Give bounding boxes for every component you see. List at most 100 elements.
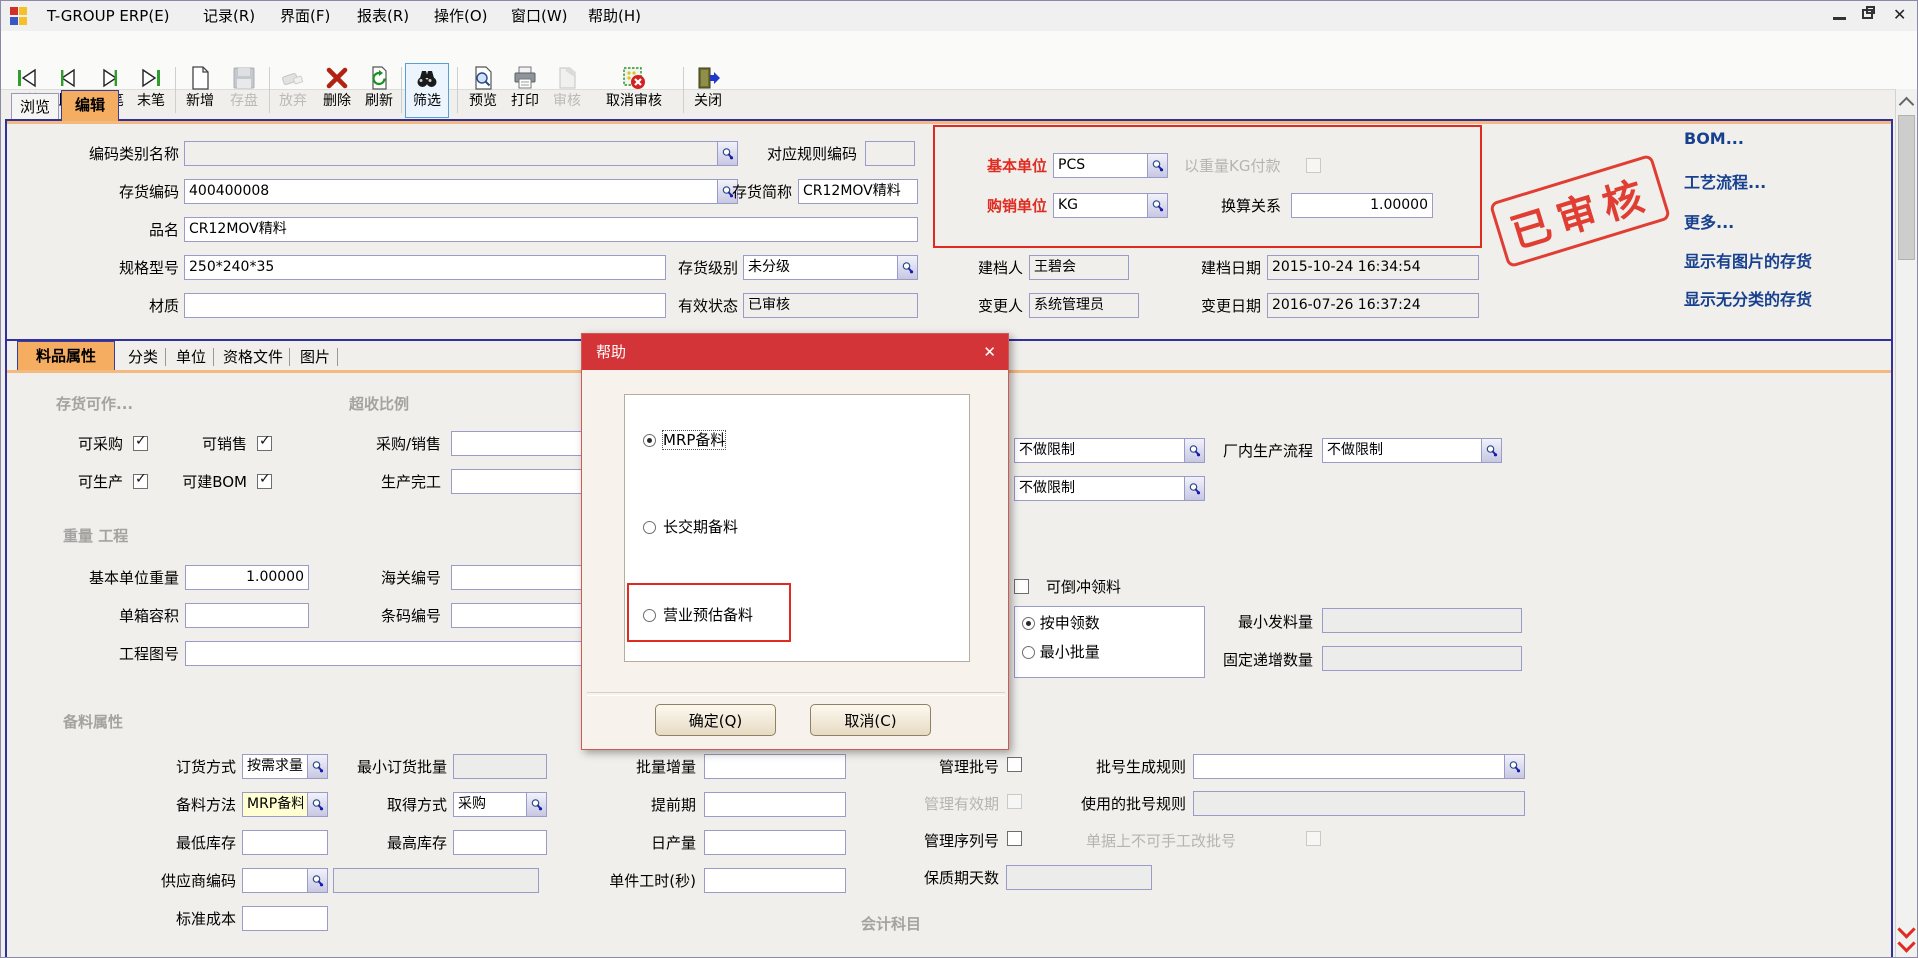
menu-record[interactable]: 记录(R) — [197, 4, 261, 28]
lookup-icon[interactable] — [1184, 439, 1204, 462]
tab-browse[interactable]: 浏览 — [11, 93, 59, 119]
inv-code-field[interactable]: 400400008 — [184, 179, 738, 204]
base-unit-weight-field[interactable]: 1.00000 — [185, 565, 309, 590]
can-sell-checkbox[interactable] — [257, 436, 272, 451]
drawing-no-field[interactable] — [185, 641, 638, 666]
restore-icon[interactable] — [1862, 9, 1873, 19]
cancel-audit-button[interactable]: 取消审核 — [591, 64, 677, 117]
link-show-unclassified[interactable]: 显示无分类的存货 — [1684, 286, 1812, 310]
standard-cost-field[interactable] — [242, 906, 328, 931]
manage-batch-label: 管理批号 — [921, 755, 999, 780]
lookup-icon[interactable] — [717, 142, 737, 165]
filter-button[interactable]: 筛选 — [405, 63, 449, 118]
refresh-button[interactable]: 刷新 — [359, 64, 399, 117]
subtab-qualification[interactable]: 资格文件 — [217, 345, 289, 369]
new-button[interactable]: 新增 — [179, 64, 221, 117]
lookup-icon[interactable] — [1184, 477, 1204, 500]
last-record-button[interactable]: 末笔 — [131, 64, 171, 117]
option-mrp[interactable]: MRP备料 — [643, 429, 725, 449]
lookup-icon[interactable] — [307, 755, 327, 778]
lookup-icon[interactable] — [1147, 194, 1167, 217]
scrollbar-thumb[interactable] — [1898, 115, 1915, 260]
can-purchase-checkbox[interactable] — [133, 436, 148, 451]
link-more[interactable]: 更多... — [1684, 209, 1734, 233]
acquisition-mode-field[interactable]: 采购 — [453, 792, 547, 817]
option-long-lead[interactable]: 长交期备料 — [643, 516, 738, 536]
code-category-label: 编码类别名称 — [41, 142, 179, 167]
factory-flow-field[interactable]: 不做限制 — [1322, 438, 1502, 463]
rule-code-field[interactable] — [865, 141, 915, 166]
refresh-icon — [366, 64, 392, 92]
nav-last-icon — [138, 64, 164, 92]
order-mode-field[interactable]: 按需求量 — [242, 754, 328, 779]
close-icon[interactable]: ✕ — [1893, 5, 1906, 24]
cancel-button[interactable]: 取消(C) — [810, 704, 931, 736]
batch-increment-label: 批量增量 — [613, 755, 696, 780]
min-order-batch-field — [453, 754, 547, 779]
can-bom-checkbox[interactable] — [257, 474, 272, 489]
menu-app[interactable]: T-GROUP ERP(E) — [41, 4, 176, 28]
max-stock-field[interactable] — [453, 830, 547, 855]
menu-action[interactable]: 操作(O) — [428, 4, 494, 28]
link-bom[interactable]: BOM... — [1684, 129, 1744, 148]
close-window-button[interactable]: 关闭 — [687, 64, 729, 117]
shelf-life-field — [1006, 865, 1152, 890]
code-category-field[interactable] — [184, 141, 738, 166]
link-show-with-images[interactable]: 显示有图片的存货 — [1684, 248, 1812, 272]
spec-field[interactable]: 250*240*35 — [184, 255, 666, 280]
print-button[interactable]: 打印 — [505, 64, 545, 117]
preview-button[interactable]: 预览 — [463, 64, 503, 117]
menu-help[interactable]: 帮助(H) — [582, 4, 647, 28]
subtab-picture[interactable]: 图片 — [293, 345, 337, 369]
lookup-icon[interactable] — [1481, 439, 1501, 462]
box-volume-field[interactable] — [185, 603, 309, 628]
manage-batch-checkbox[interactable] — [1007, 757, 1022, 772]
radio-min-batch[interactable]: 最小批量 — [1022, 641, 1100, 663]
dialog-titlebar[interactable]: 帮助 ✕ — [582, 334, 1008, 370]
link-process-flow[interactable]: 工艺流程... — [1684, 169, 1766, 193]
eraser-icon — [280, 64, 306, 92]
can-produce-checkbox[interactable] — [133, 474, 148, 489]
capability-header: 存货可作... — [56, 393, 133, 414]
inv-level-field[interactable]: 未分级 — [743, 255, 918, 280]
lookup-icon[interactable] — [526, 793, 546, 816]
lookup-icon[interactable] — [1504, 755, 1524, 778]
modify-date-label: 变更日期 — [1169, 294, 1261, 319]
backflush-checkbox[interactable] — [1014, 579, 1029, 594]
lookup-icon[interactable] — [307, 869, 327, 892]
tab-edit[interactable]: 编辑 — [61, 90, 119, 121]
restriction-field-2[interactable]: 不做限制 — [1014, 476, 1205, 501]
min-stock-field[interactable] — [242, 830, 328, 855]
order-mode-label: 订货方式 — [121, 755, 236, 780]
delete-button[interactable]: 删除 — [316, 64, 358, 117]
supplier-code-field[interactable] — [242, 868, 328, 893]
subtab-item-props[interactable]: 料品属性 — [17, 341, 115, 370]
radio-by-request[interactable]: 按申领数 — [1022, 612, 1100, 634]
minimize-icon[interactable] — [1833, 17, 1846, 20]
subtab-unit[interactable]: 单位 — [169, 345, 213, 369]
account-header: 会计科目 — [861, 913, 921, 934]
menu-window[interactable]: 窗口(W) — [505, 4, 574, 28]
batch-rule-field[interactable] — [1193, 754, 1525, 779]
trade-unit-field[interactable]: KG — [1053, 193, 1168, 218]
lead-time-field[interactable] — [704, 792, 846, 817]
conversion-field[interactable]: 1.00000 — [1291, 193, 1433, 218]
inv-abbr-field[interactable]: CR12MOV精料 — [798, 179, 918, 204]
lookup-icon[interactable] — [897, 256, 917, 279]
batch-increment-field[interactable] — [704, 754, 846, 779]
base-unit-field[interactable]: PCS — [1053, 153, 1168, 178]
daily-output-field[interactable] — [704, 830, 846, 855]
subtab-category[interactable]: 分类 — [121, 345, 165, 369]
lookup-icon[interactable] — [1147, 154, 1167, 177]
lookup-icon[interactable] — [307, 793, 327, 816]
restriction-field-1[interactable]: 不做限制 — [1014, 438, 1205, 463]
ok-button[interactable]: 确定(Q) — [655, 704, 776, 736]
menu-ui[interactable]: 界面(F) — [274, 4, 336, 28]
product-name-field[interactable]: CR12MOV精料 — [184, 217, 918, 242]
menu-report[interactable]: 报表(R) — [351, 4, 415, 28]
manage-serial-checkbox[interactable] — [1007, 831, 1022, 846]
prep-method-field[interactable]: MRP备料 — [242, 792, 328, 817]
dialog-close-icon[interactable]: ✕ — [983, 334, 996, 370]
material-field[interactable] — [184, 293, 666, 318]
unit-work-time-field[interactable] — [704, 868, 846, 893]
